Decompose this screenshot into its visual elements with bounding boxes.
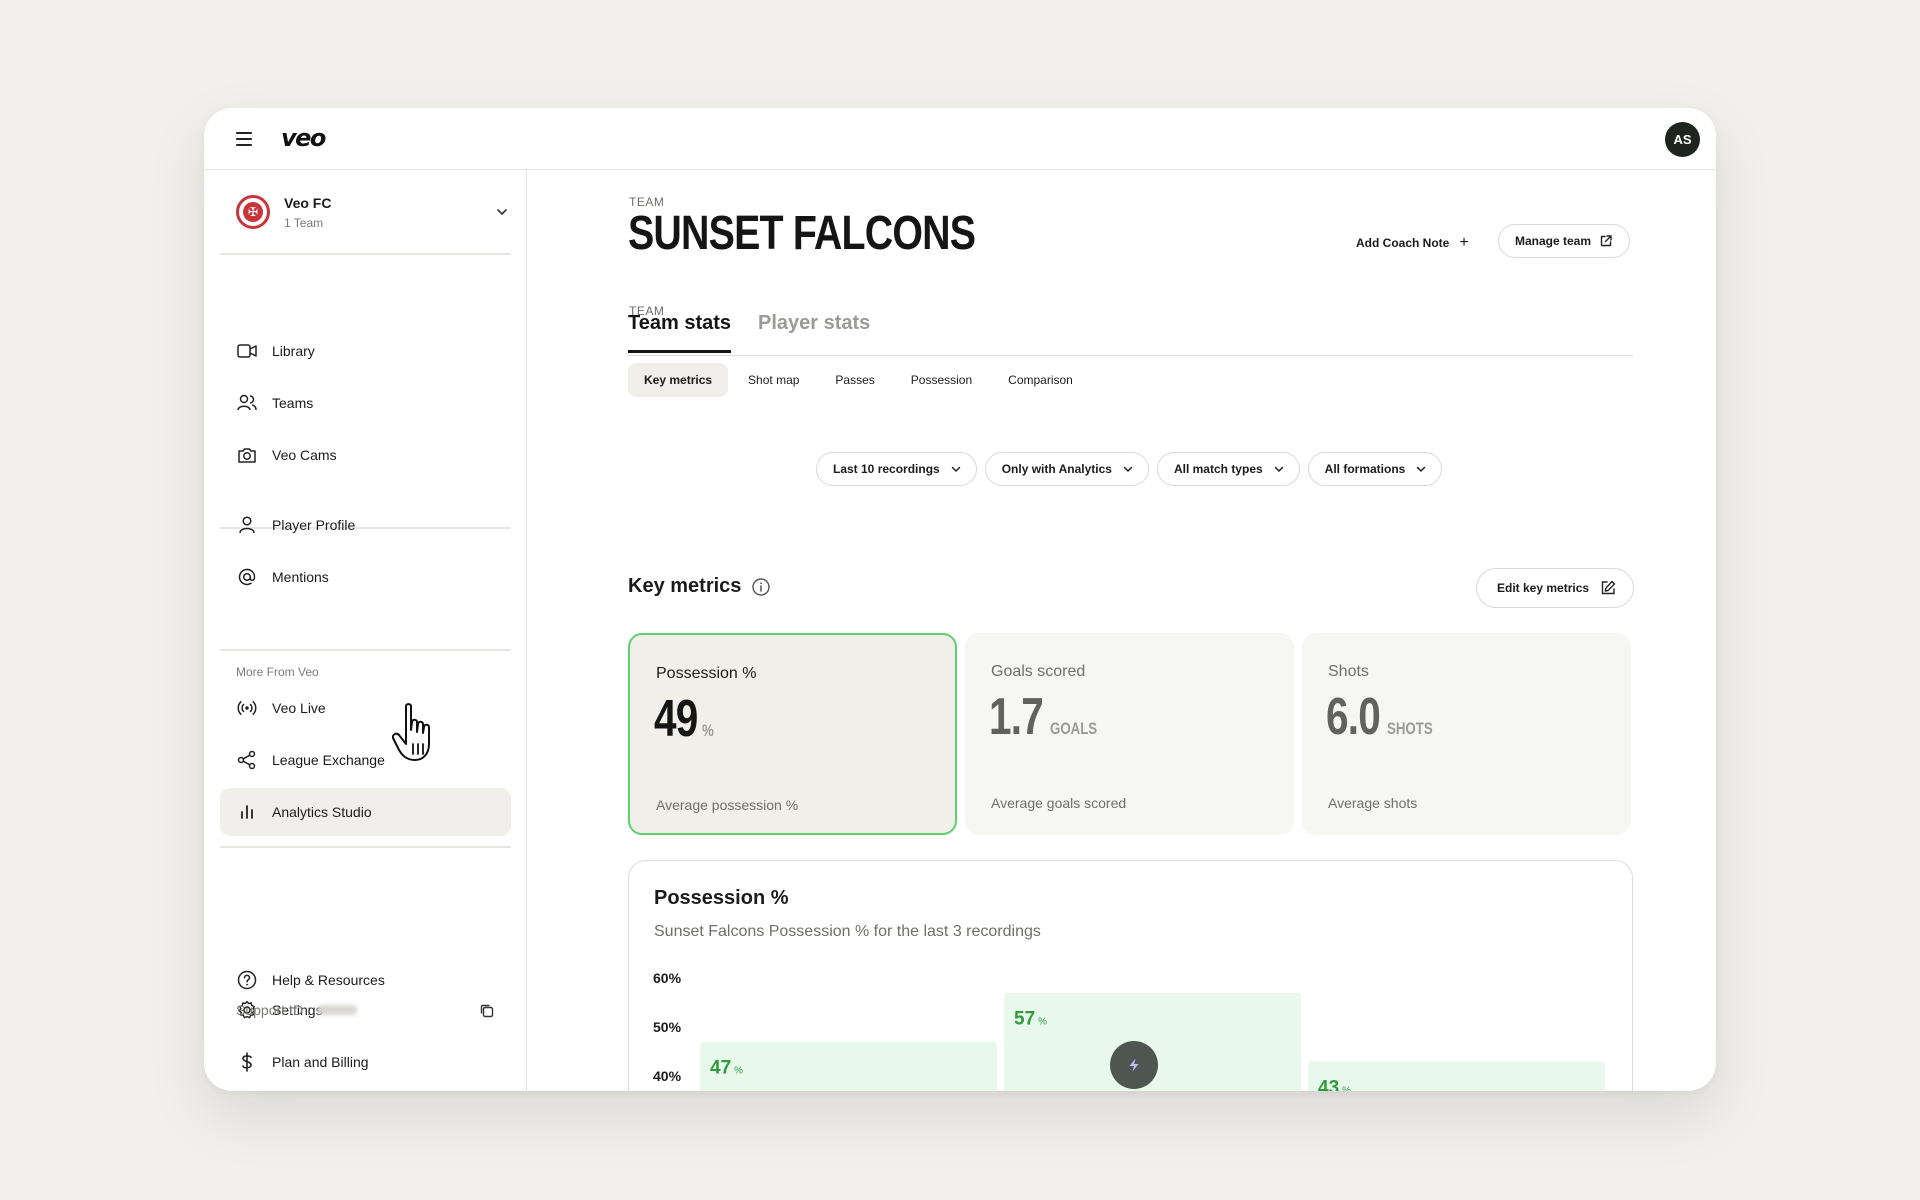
subtab-passes[interactable]: Passes [819,363,890,397]
subtab-shot-map[interactable]: Shot map [732,363,815,397]
metric-unit: SHOTS [1387,719,1433,738]
metric-label: Goals scored [991,663,1086,680]
metric-value: 1.7 GOALS [989,687,1111,747]
filter-recordings[interactable]: Last 10 recordings [816,452,977,486]
filter-match-types[interactable]: All match types [1156,452,1300,486]
y-tick-label: 50% [653,1019,682,1035]
filter-analytics[interactable]: Only with Analytics [984,452,1149,486]
metric-description: Average possession % [656,797,799,813]
metric-card-possession[interactable]: Possession % 49 % Average possession % [628,633,957,835]
subtab-key-metrics[interactable]: Key metrics [628,363,729,397]
help-circle-icon [236,969,258,991]
add-coach-note-button[interactable]: Add Coach Note + [1356,227,1469,259]
metric-label: Shots [1328,663,1369,680]
metric-label: Possession % [656,665,757,682]
sidebar-bottom: Help & Resources Support ID : [204,170,527,1091]
support-id: Support ID : [236,1002,357,1018]
info-icon[interactable] [751,577,771,597]
edit-key-metrics-button[interactable]: Edit key metrics [1476,568,1635,608]
manage-team-label: Manage team [1515,234,1592,248]
copy-icon[interactable] [478,1002,496,1025]
external-link-icon [1600,235,1612,247]
chart-bar[interactable] [700,1041,997,1091]
edit-icon [1601,580,1616,595]
y-tick-label: 60% [653,970,682,986]
chevron-down-icon [951,466,960,472]
subtabs: Key metrics Shot map Passes Possession C… [628,363,1093,397]
key-metrics-heading: Key metrics [628,575,771,598]
ai-assistant-button[interactable] [1110,1041,1158,1089]
stats-tabs: Team stats Player stats [628,306,1633,356]
support-id-value-redacted [316,1005,357,1015]
lightning-icon [1129,1058,1139,1072]
chevron-down-icon [1123,466,1133,472]
metric-number: 6.0 [1326,688,1381,746]
filter-label: All formations [1324,462,1406,476]
main-area: TEAM SUNSET FALCONS Add Coach Note + Man… [528,170,1716,1091]
metric-value: 6.0 SHOTS [1326,687,1446,747]
subtab-possession[interactable]: Possession [895,363,988,397]
tab-team-stats[interactable]: Team stats [628,312,732,353]
page-title: SUNSET FALCONS [628,207,976,260]
metric-unit: GOALS [1050,719,1098,738]
metric-number: 49 [654,690,698,748]
key-metrics-title: Key metrics [628,575,742,597]
metric-card-goals[interactable]: Goals scored 1.7 GOALS Average goals sco… [965,633,1294,835]
filter-bar: Last 10 recordings Only with Analytics A… [816,452,1450,486]
subtab-comparison[interactable]: Comparison [992,363,1089,397]
metric-card-shots[interactable]: Shots 6.0 SHOTS Average shots [1302,633,1631,835]
y-tick-label: 40% [653,1068,682,1084]
plus-icon: + [1459,234,1469,251]
filter-label: Last 10 recordings [833,462,940,476]
hand-cursor-icon [391,702,448,771]
filter-label: Only with Analytics [1001,462,1112,476]
tab-player-stats[interactable]: Player stats [758,312,870,350]
support-id-label: Support ID : [236,1002,311,1018]
filter-formations[interactable]: All formations [1307,452,1443,486]
add-coach-note-label: Add Coach Note [1356,236,1450,250]
edit-key-metrics-label: Edit key metrics [1497,581,1590,595]
metric-description: Average goals scored [991,795,1127,811]
chevron-down-icon [1417,466,1426,472]
metric-number: 1.7 [989,688,1044,746]
chevron-down-icon [1274,466,1283,472]
metric-description: Average shots [1328,795,1418,811]
filter-label: All match types [1173,462,1263,476]
manage-team-button[interactable]: Manage team [1498,224,1631,258]
sidebar-item-label: Help & Resources [272,972,385,988]
chart-bar[interactable] [1308,1061,1605,1091]
sidebar-item-help-resources[interactable]: Help & Resources [220,956,511,1004]
metric-value: 49 % [654,689,717,749]
metric-unit: % [701,721,714,740]
